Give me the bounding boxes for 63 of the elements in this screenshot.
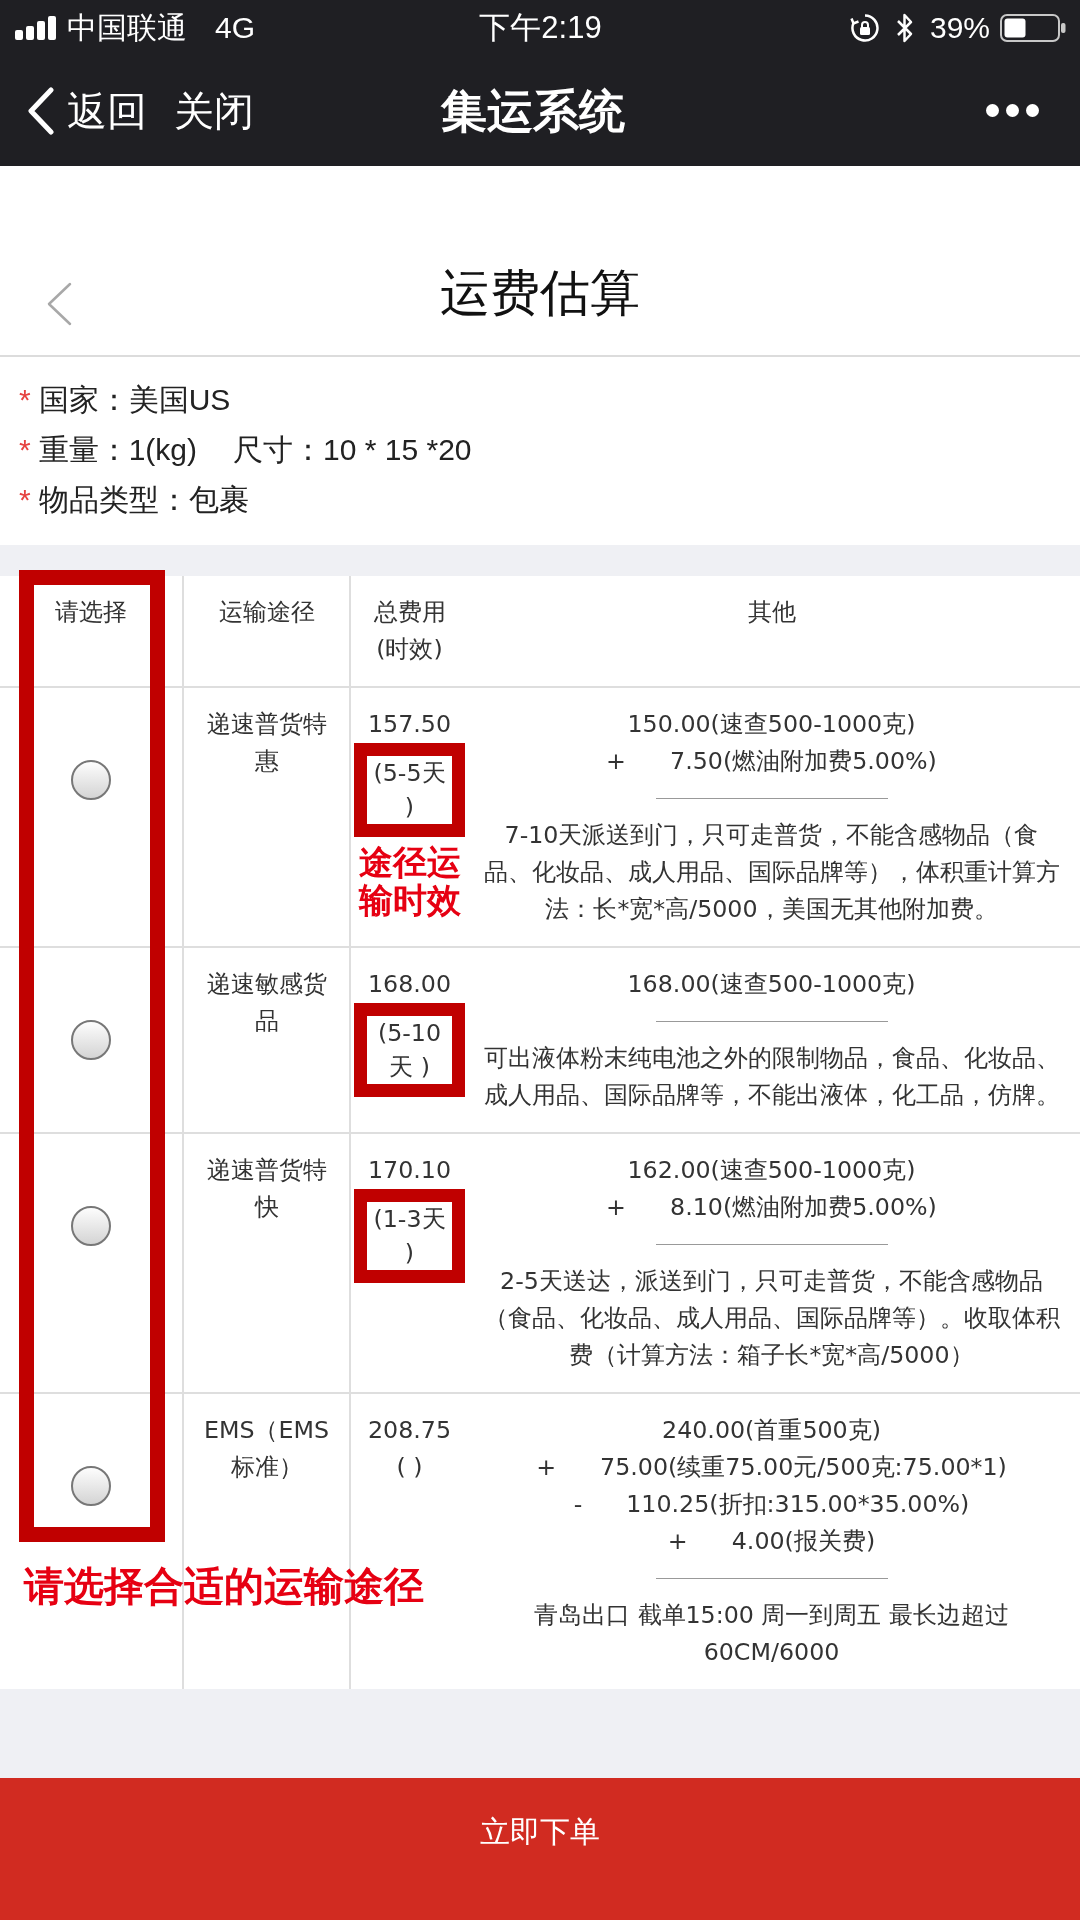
required-mark: * [19,432,31,468]
route-name: 递速普货特快 [205,1155,328,1223]
charge-operator: + [536,1452,557,1483]
chevron-left-icon[interactable] [45,282,73,326]
column-header: 其他 [746,597,797,628]
battery-percent: 39% [929,10,990,45]
required-mark: * [19,382,31,418]
total-cost: 170.10 [367,1155,452,1186]
info-text: 物品类型：包裹 [38,482,249,518]
charge-operator: + [606,746,626,777]
charge-operator: - [573,1489,583,1520]
total-cost: 157.50 [367,709,452,740]
page-title: 运费估算 [440,264,640,323]
remark-text: 2-5天送达，派送到门，只可走普货，不能含感物品（食品、化妆品、成人用品、国际品牌等）。收取体积费（计算方法：箱子长*宽*高/5000） [482,1266,1061,1371]
total-cost: 208.75 [367,1415,452,1446]
radio-button[interactable] [71,1020,111,1060]
close-button[interactable]: 关闭 [174,86,254,135]
bluetooth-icon [894,11,915,44]
charge-amount: 7.50(燃油附加费5.00%) [670,746,937,777]
network-type: 4G [215,10,256,45]
charge-amount: 4.00(报关费) [731,1526,876,1557]
charge-amount: 168.00(速查500-1000克) [627,969,916,1000]
charge-operator: + [606,1192,626,1223]
charge-amount: 240.00(首重500克) [662,1415,881,1446]
carrier-name: 中国联通 [67,10,187,45]
charge-amount: 8.10(燃油附加费5.00%) [670,1192,937,1223]
column-header: 总费用(时效) [372,597,447,665]
more-icon[interactable] [986,104,1039,117]
annotation-label: 途径运输时效 [357,843,462,919]
remark-text: 7-10天派送到门，只可走普货，不能含感物品（食品、化妆品、成人用品、国际品牌等），体积重计算方法：长*宽*高/5000，美国无其他附加费。 [482,820,1061,925]
column-header: 请选择 [55,597,127,628]
window-title: 集运系统 [441,83,625,139]
status-time: 下午2:19 [479,10,602,45]
chevron-left-icon [27,86,55,135]
info-text: 尺寸：10 * 15 *20 [233,432,472,468]
delivery-time: (5-5天 ) [372,758,447,823]
charge-amount: 110.25(折扣:315.00*35.00%) [626,1489,970,1520]
info-text: 国家：美国US [38,382,231,418]
info-text: 重量：1(kg) [38,432,198,468]
charge-amount: 150.00(速查500-1000克) [627,709,916,740]
charge-amount: 75.00(续重75.00元/500克:75.00*1) [600,1452,1007,1483]
route-name: EMS（EMS标准） [202,1415,331,1483]
delivery-time: (1-3天 ) [372,1204,447,1269]
delivery-time: (5-10天 ) [376,1018,443,1083]
battery-icon [1000,13,1066,42]
route-name: 递速敏感货品 [205,969,328,1037]
remark-text: 可出液体粉末纯电池之外的限制物品，食品、化妆品、成人用品、国际品牌等，不能出液体，化工品，仿牌。 [482,1043,1061,1111]
radio-button[interactable] [71,760,111,800]
signal-icon [15,15,57,40]
back-button[interactable]: 返回 [27,86,147,135]
radio-button[interactable] [71,1466,111,1506]
annotation-label: 请选择合适的运输途径 [24,1564,424,1608]
order-button[interactable]: 立即下单 [0,1778,1080,1920]
total-cost: 168.00 [367,969,452,1000]
rotation-lock-icon [849,12,880,43]
delivery-time: ( ) [395,1452,424,1483]
charge-operator: + [667,1526,688,1557]
route-name: 递速普货特惠 [205,709,328,777]
required-mark: * [19,482,31,518]
column-header: 运输途径 [218,597,315,628]
remark-text: 青岛出口 截单15:00 周一到周五 最长边超过 60CM/6000 [532,1600,1011,1668]
charge-amount: 162.00(速查500-1000克) [627,1155,916,1186]
radio-button[interactable] [71,1206,111,1246]
